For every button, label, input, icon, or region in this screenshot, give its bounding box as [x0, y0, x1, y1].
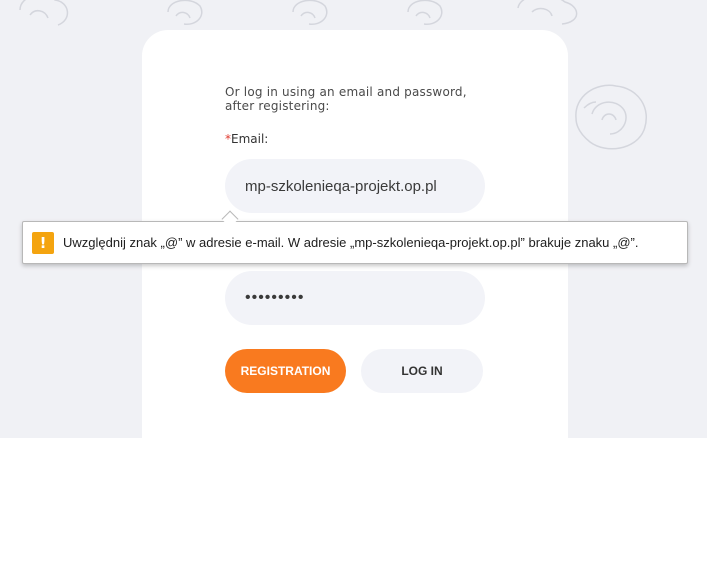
password-field[interactable] — [225, 271, 485, 325]
email-label-text: Email: — [231, 132, 269, 146]
login-intro-text: Or log in using an email and password, a… — [225, 85, 467, 113]
cabbage-decoration-icon — [292, 0, 328, 25]
cabbage-decoration-icon — [407, 0, 443, 25]
warning-icon: ! — [32, 231, 54, 254]
registration-button[interactable]: REGISTRATION — [225, 349, 346, 393]
email-label: *Email: — [225, 132, 268, 146]
cabbage-decoration-icon — [517, 0, 578, 25]
validation-message: Uwzględnij znak „@” w adresie e-mail. W … — [63, 235, 639, 250]
login-button[interactable]: LOG IN — [361, 349, 483, 393]
cabbage-decoration-icon — [167, 0, 203, 25]
email-field[interactable] — [225, 159, 485, 213]
validation-tooltip: ! Uwzględnij znak „@” w adresie e-mail. … — [22, 221, 688, 264]
cabbage-decoration-icon — [575, 84, 647, 150]
cabbage-decoration-icon — [19, 0, 69, 26]
